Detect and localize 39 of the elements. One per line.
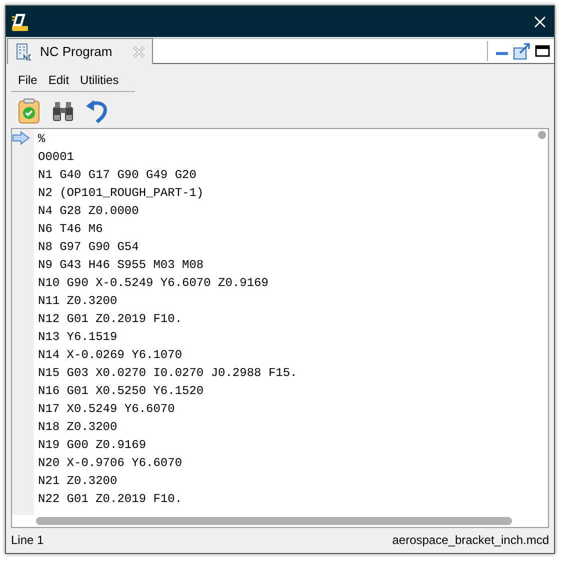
- code-line: O0001: [38, 149, 76, 166]
- detach-icon[interactable]: [513, 42, 531, 60]
- undo-icon[interactable]: [85, 98, 109, 124]
- menu-item[interactable]: Utilities: [80, 73, 119, 87]
- code-line: N9 G43 H46 S955 M03 M08: [38, 257, 205, 274]
- current-line-arrow-icon: [12, 131, 30, 145]
- code-line: N20 X-0.9706 Y6.6070: [38, 455, 184, 472]
- line-indicator: Line 1: [11, 533, 44, 547]
- code-line: N16 G01 X0.5250 Y6.1520: [38, 383, 205, 400]
- code-line: N1 G40 G17 G90 G49 G20: [38, 167, 198, 184]
- program-tab[interactable]: NC Program: [7, 38, 154, 64]
- binoculars-icon[interactable]: [51, 99, 75, 123]
- code-line: N21 Z0.3200: [38, 473, 118, 490]
- code-line: N15 G03 X0.0270 I0.0270 J0.2988 F15.: [38, 365, 298, 382]
- code-line: N2 (OP101_ROUGH_PART-1): [38, 185, 205, 202]
- app-logo-icon: [11, 12, 29, 32]
- code-line: N12 G01 Z0.2019 F10.: [38, 311, 184, 328]
- code-line: %: [38, 131, 46, 148]
- menu-item[interactable]: File: [18, 73, 38, 87]
- code-line: N19 G00 Z0.9169: [38, 437, 148, 454]
- document-icon: [16, 42, 32, 60]
- file-name: aerospace_bracket_inch.mcd: [392, 533, 549, 547]
- scrollbar-thumb[interactable]: [36, 517, 512, 525]
- maximize-icon[interactable]: [535, 44, 550, 58]
- code-line: N13 Y6.1519: [38, 329, 118, 346]
- code-line: N6 T46 M6: [38, 221, 104, 238]
- code-line: N22 G01 Z0.2019 F10.: [38, 491, 184, 508]
- code-line: N10 G90 X-0.5249 Y6.6070 Z0.9169: [38, 275, 270, 292]
- code-line: N8 G97 G90 G54: [38, 239, 140, 256]
- code-editor[interactable]: [11, 128, 549, 528]
- code-line: N14 X-0.0269 Y6.1070: [38, 347, 184, 364]
- code-line: N18 Z0.3200: [38, 419, 118, 436]
- code-line: N11 Z0.3200: [38, 293, 118, 310]
- clipboard-check-icon[interactable]: [17, 98, 41, 124]
- code-line: N4 G28 Z0.0000: [38, 203, 140, 220]
- menu-item[interactable]: Edit: [48, 73, 70, 87]
- scrollbar-thumb[interactable]: [538, 131, 546, 139]
- close-icon[interactable]: [534, 16, 546, 28]
- code-line: N17 X0.5249 Y6.6070: [38, 401, 176, 418]
